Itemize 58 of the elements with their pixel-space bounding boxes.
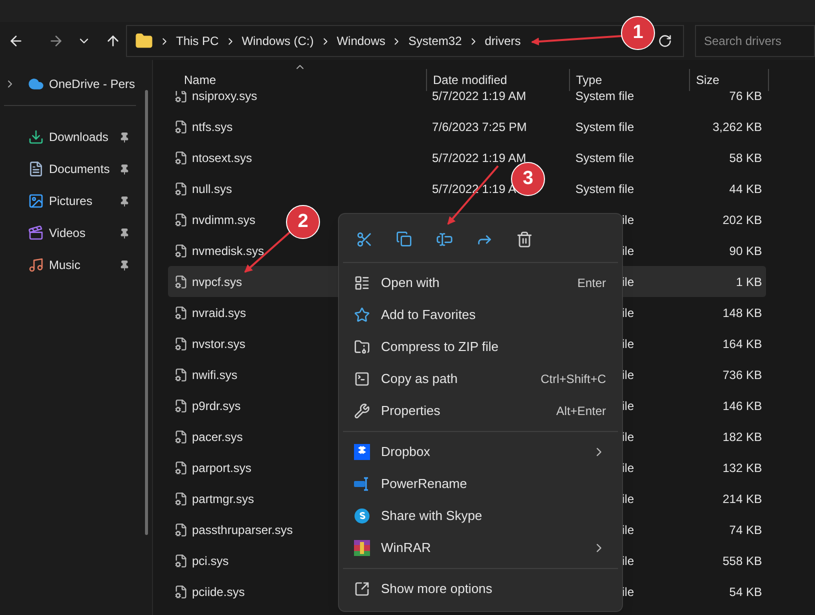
type-cell-text: ile xyxy=(622,274,634,290)
size-cell-text: 558 KB xyxy=(722,552,762,570)
file-name: nwifi.sys xyxy=(192,366,238,384)
type-cell-text: ile xyxy=(622,304,634,322)
type-cell-text: System file xyxy=(575,150,634,166)
type-cell-text: ile xyxy=(622,428,634,446)
size-cell-text: 90 KB xyxy=(729,242,762,260)
shortcut-text: Enter xyxy=(577,275,606,292)
size-cell-text: 74 KB xyxy=(729,522,762,538)
date-cell: 5/7/2022 1:19 AM xyxy=(432,150,526,164)
shortcut-text: Ctrl+Shift+C xyxy=(540,371,606,388)
size-cell-text: 1 KB xyxy=(736,274,762,290)
size-cell-text: 146 KB xyxy=(722,398,762,414)
size-cell-text: 58 KB xyxy=(729,150,762,166)
file-name: ntosext.sys xyxy=(192,150,252,166)
size-cell-text: 214 KB xyxy=(722,490,762,508)
size-cell-text: 736 KB xyxy=(722,366,762,384)
date-cell: 5/7/2022 1:19 AM xyxy=(432,91,526,102)
type-cell-text: ile xyxy=(622,490,634,508)
file-name: passthruparser.sys xyxy=(192,522,293,538)
type-cell-text: ile xyxy=(622,522,634,538)
shortcut-text: Alt+Enter xyxy=(556,403,606,420)
file-name: nvdimm.sys xyxy=(192,212,256,228)
size-cell: 76 KB xyxy=(729,91,762,104)
type-cell-text: ile xyxy=(622,460,634,476)
date-cell: 7/6/2023 7:25 PM xyxy=(432,120,527,134)
callout-number: 2 xyxy=(286,205,320,239)
size-cell-text: 3,262 KB xyxy=(712,118,762,136)
file-name: nvraid.sys xyxy=(192,304,246,322)
file-name: null.sys xyxy=(192,180,232,198)
type-cell-text: ile xyxy=(622,398,634,414)
type-cell-text: ile xyxy=(622,584,634,600)
file-name: pci.sys xyxy=(192,552,229,570)
file-name: parport.sys xyxy=(192,460,252,476)
type-cell-text: ile xyxy=(622,336,634,352)
type-cell-text: System file xyxy=(575,180,634,198)
file-name: pacer.sys xyxy=(192,428,243,446)
file-name: nvmedisk.sys xyxy=(192,242,264,260)
file-name: nvstor.sys xyxy=(192,336,246,352)
file-name: pciide.sys xyxy=(192,584,245,600)
type-cell-text: System file xyxy=(575,118,634,136)
file-name: ntfs.sys xyxy=(192,118,233,136)
size-cell-text: 132 KB xyxy=(722,460,762,476)
type-cell: System file xyxy=(575,91,634,104)
file-name: partmgr.sys xyxy=(192,490,254,508)
size-cell-text: 148 KB xyxy=(722,304,762,322)
size-cell-text: 182 KB xyxy=(722,428,762,446)
size-cell-text: 44 KB xyxy=(729,180,762,198)
type-cell-text: ile xyxy=(622,212,634,228)
size-cell-text: 202 KB xyxy=(722,212,762,228)
size-cell-text: 164 KB xyxy=(722,336,762,352)
file-name: nvpcf.sys xyxy=(192,274,242,290)
type-cell-text: ile xyxy=(622,552,634,570)
file-name: p9rdr.sys xyxy=(192,398,241,414)
type-cell-text: ile xyxy=(622,242,634,260)
size-cell-text: 54 KB xyxy=(729,584,762,600)
file-name: nsiproxy.sys xyxy=(192,91,258,104)
type-cell-text: ile xyxy=(622,366,634,384)
